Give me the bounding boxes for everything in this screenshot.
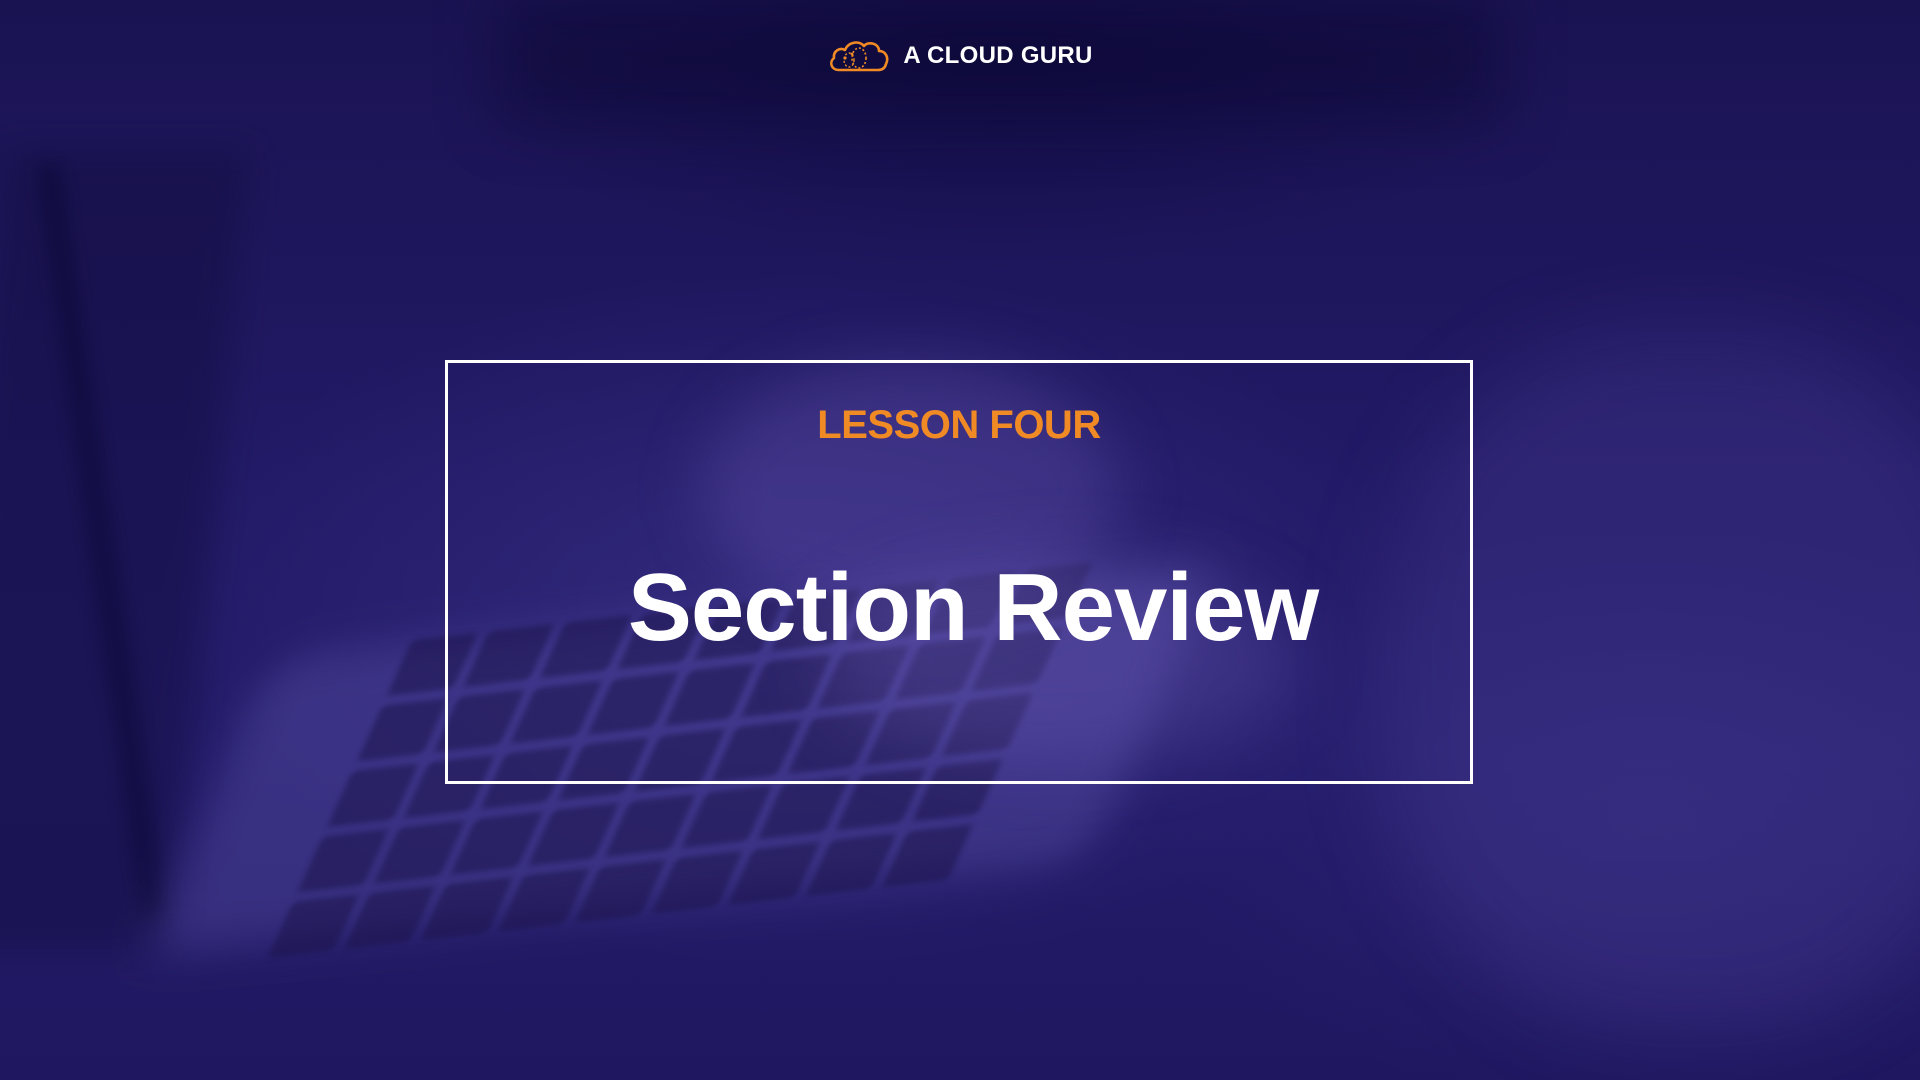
- background-laptop-edge: [37, 162, 165, 918]
- cloud-logo-icon: [830, 41, 889, 72]
- lesson-label: LESSON FOUR: [817, 403, 1101, 447]
- background-laptop-screen: [0, 150, 253, 950]
- brand-name: A CLOUD GURU: [903, 42, 1093, 69]
- section-title: Section Review: [627, 554, 1319, 661]
- brand-header: A CLOUD GURU: [0, 36, 1920, 76]
- video-slide: A CLOUD GURU LESSON FOUR Section Review: [0, 0, 1920, 1080]
- title-frame: LESSON FOUR Section Review: [445, 360, 1473, 784]
